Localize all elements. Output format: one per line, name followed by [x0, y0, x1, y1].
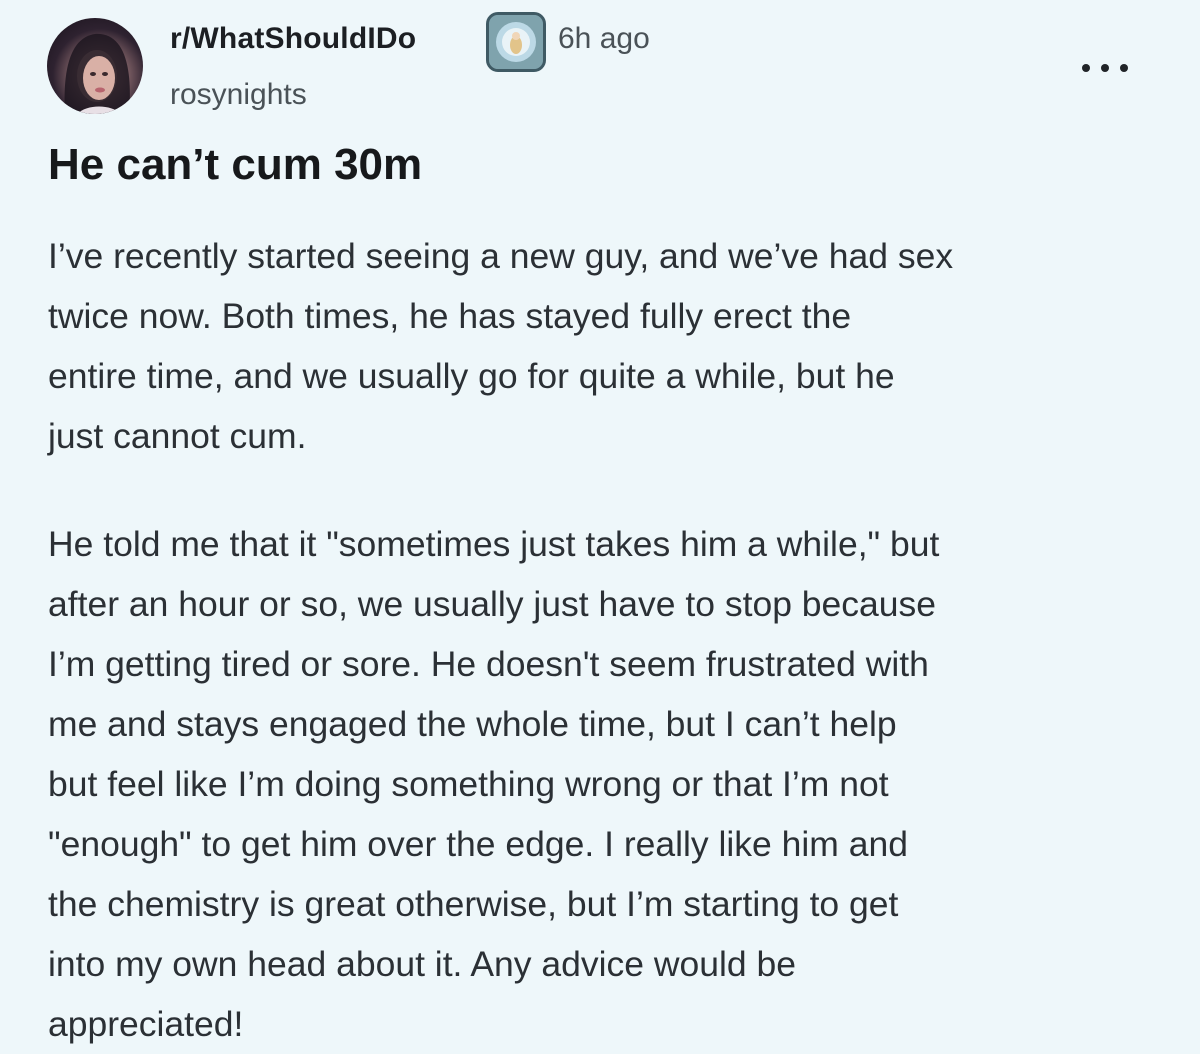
user-avatar[interactable] [47, 18, 143, 114]
body-line: the chemistry is great otherwise, but I’… [48, 884, 899, 924]
dot-icon [1120, 64, 1128, 72]
body-line: "enough" to get him over the edge. I rea… [48, 824, 908, 864]
dot-icon [1101, 64, 1109, 72]
paragraph-2: He told me that it "sometimes just takes… [48, 514, 1178, 1054]
author-username[interactable]: rosynights [170, 78, 307, 112]
body-line: just cannot cum. [48, 416, 307, 456]
body-line: into my own head about it. Any advice wo… [48, 944, 796, 984]
body-line: me and stays engaged the whole time, but… [48, 704, 897, 744]
body-line: entire time, and we usually go for quite… [48, 356, 895, 396]
body-line: after an hour or so, we usually just hav… [48, 584, 937, 624]
post-body: I’ve recently started seeing a new guy, … [48, 226, 1178, 1054]
body-line: I’ve recently started seeing a new guy, … [48, 236, 954, 276]
body-line: He told me that it "sometimes just takes… [48, 524, 940, 564]
subreddit-link[interactable]: r/WhatShouldIDo [170, 22, 416, 56]
subreddit-icon[interactable] [486, 12, 546, 72]
dot-icon [1082, 64, 1090, 72]
subreddit-image-icon [489, 15, 543, 69]
body-line: I’m getting tired or sore. He doesn't se… [48, 644, 929, 684]
post-timestamp: 6h ago [558, 22, 650, 55]
body-line: but feel like I’m doing something wrong … [48, 764, 889, 804]
more-options-icon[interactable] [1082, 58, 1128, 78]
post-card: r/WhatShouldIDo 6h ago rosynights He can… [0, 0, 1200, 1053]
paragraph-1: I’ve recently started seeing a new guy, … [48, 226, 1178, 466]
body-line: appreciated! [48, 1004, 244, 1044]
body-line: twice now. Both times, he has stayed ful… [48, 296, 852, 336]
post-title[interactable]: He can’t cum 30m [48, 140, 422, 190]
avatar-image-icon [64, 33, 130, 114]
